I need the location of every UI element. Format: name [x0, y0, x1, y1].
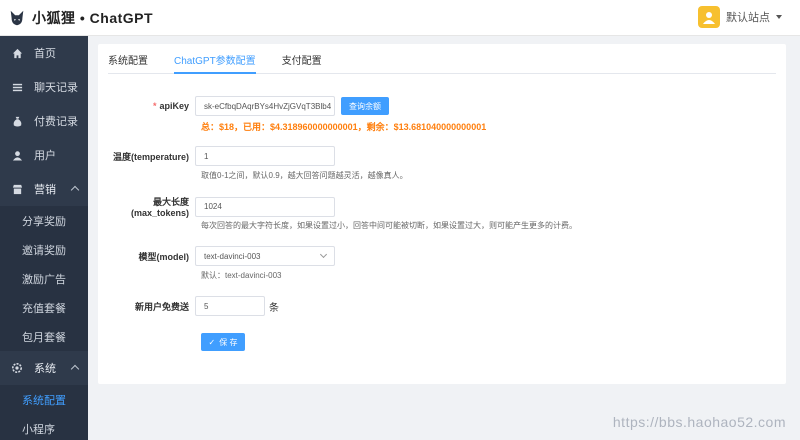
temperature-label: 温度(temperature) — [112, 151, 189, 162]
temperature-row: 温度(temperature) 1 — [98, 146, 335, 166]
home-icon — [10, 46, 24, 60]
chevron-down-icon — [319, 250, 328, 259]
save-button-label: 保 存 — [219, 337, 238, 347]
sidebar-item-label: 付费记录 — [34, 116, 78, 128]
temperature-hint: 取值0-1之间，默认0.9，越大回答问题越灵活，越像真人。 — [201, 171, 408, 180]
sidebar-subitem-invite-reward[interactable]: 邀请奖励 — [0, 235, 88, 264]
chevron-down-icon[interactable] — [776, 15, 782, 19]
tab-bar: 系统配置 ChatGPT参数配置 支付配置 — [108, 44, 776, 74]
apikey-label-text: apiKey — [159, 101, 189, 111]
main-panel: 系统配置 ChatGPT参数配置 支付配置 * apiKey sk-eCfbqDA… — [98, 44, 786, 384]
shop-icon — [10, 182, 24, 196]
save-button[interactable]: ✓ 保 存 — [201, 333, 245, 351]
top-bar: 小狐狸 • ChatGPT 默认站点 — [0, 0, 800, 36]
chevron-up-icon — [70, 364, 80, 374]
apikey-label: * apiKey — [98, 101, 195, 111]
money-bag-icon — [10, 114, 24, 128]
logo[interactable]: 小狐狸 • ChatGPT — [0, 0, 153, 36]
max-tokens-label: 最大长度(max_tokens) — [130, 197, 189, 218]
sidebar: 首页 聊天记录 付费记录 用户 营销 分享奖励 邀请奖励 激励广告 充值套餐 包… — [0, 36, 88, 440]
free-count-row: 新用户免费送 5 条 — [98, 296, 279, 316]
app-title: 小狐狸 • ChatGPT — [32, 9, 154, 26]
apikey-row: * apiKey sk-eCfbqDAqrBYs4HvZjGVqT3Blb4 查询… — [98, 96, 389, 116]
model-row: 模型(model) text-davinci-003 — [98, 246, 335, 266]
free-count-unit: 条 — [269, 302, 279, 314]
free-count-input[interactable]: 5 — [195, 296, 265, 316]
tab-system-config[interactable]: 系统配置 — [108, 44, 148, 74]
system-submenu: 系统配置 小程序 — [0, 385, 88, 440]
model-hint: 默认：text-davinci-003 — [201, 271, 282, 280]
sidebar-item-system[interactable]: 系统 — [0, 351, 88, 385]
user-icon — [10, 148, 24, 162]
max-tokens-input[interactable]: 1024 — [195, 196, 335, 217]
tab-chatgpt-params[interactable]: ChatGPT参数配置 — [174, 44, 256, 74]
tab-payment-config[interactable]: 支付配置 — [282, 44, 322, 74]
sidebar-item-users[interactable]: 用户 — [0, 138, 88, 172]
sidebar-subitem-mini-program[interactable]: 小程序 — [0, 414, 88, 440]
sidebar-subitem-monthly-packages[interactable]: 包月套餐 — [0, 322, 88, 351]
free-count-label: 新用户免费送 — [134, 301, 189, 312]
user-name[interactable]: 默认站点 — [726, 9, 770, 25]
sidebar-subitem-recharge-packages[interactable]: 充值套餐 — [0, 293, 88, 322]
model-select-value: text-davinci-003 — [204, 251, 261, 261]
balance-info: 总：$18，已用：$4.318960000000001，剩余：$13.68104… — [201, 122, 487, 132]
user-avatar-icon — [703, 12, 715, 24]
fox-logo-icon — [10, 10, 24, 25]
sidebar-item-home[interactable]: 首页 — [0, 36, 88, 70]
gear-icon — [10, 361, 24, 375]
sidebar-item-label: 系统 — [34, 363, 56, 375]
model-label: 模型(model) — [138, 251, 190, 262]
sidebar-item-chat-records[interactable]: 聊天记录 — [0, 70, 88, 104]
sidebar-subitem-share-reward[interactable]: 分享奖励 — [0, 206, 88, 235]
sidebar-subitem-system-config[interactable]: 系统配置 — [0, 385, 88, 414]
sidebar-subitem-incentive-ads[interactable]: 激励广告 — [0, 264, 88, 293]
marketing-submenu: 分享奖励 邀请奖励 激励广告 充值套餐 包月套餐 — [0, 206, 88, 351]
sidebar-item-label: 聊天记录 — [34, 82, 78, 94]
sidebar-item-payment-records[interactable]: 付费记录 — [0, 104, 88, 138]
check-icon: ✓ — [208, 337, 216, 347]
chevron-up-icon — [70, 185, 80, 195]
query-balance-button[interactable]: 查询余额 — [341, 97, 389, 115]
watermark: https://bbs.haohao52.com — [612, 414, 786, 430]
list-icon — [10, 80, 24, 94]
model-select[interactable]: text-davinci-003 — [195, 246, 335, 266]
user-menu[interactable]: 默认站点 — [698, 6, 782, 28]
sidebar-item-label: 用户 — [34, 150, 56, 162]
temperature-input[interactable]: 1 — [195, 146, 335, 166]
max-tokens-hint: 每次回答的最大字符长度，如果设置过小，回答中间可能被切断，如果设置过大，则可能产… — [201, 221, 577, 230]
sidebar-item-label: 营销 — [34, 184, 56, 196]
avatar[interactable] — [698, 6, 720, 28]
max-tokens-row: 最大长度(max_tokens) 1024 — [98, 195, 335, 218]
sidebar-item-label: 首页 — [34, 48, 56, 60]
sidebar-item-marketing[interactable]: 营销 — [0, 172, 88, 206]
required-mark: * — [152, 101, 157, 111]
apikey-input[interactable]: sk-eCfbqDAqrBYs4HvZjGVqT3Blb4 — [195, 96, 335, 116]
